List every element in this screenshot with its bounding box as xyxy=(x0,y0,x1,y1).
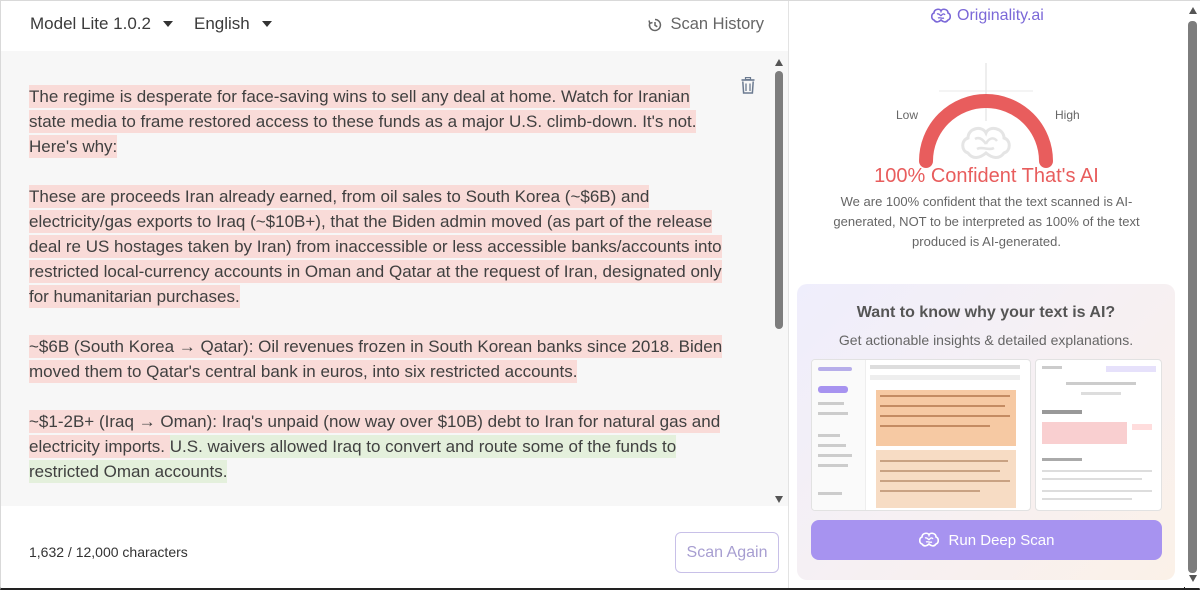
brain-icon xyxy=(918,532,939,547)
scan-history-label: Scan History xyxy=(670,15,764,33)
highlighted-segment-red: These are proceeds Iran already earned, … xyxy=(29,185,722,308)
confidence-explanation: We are 100% confident that the text scan… xyxy=(833,194,1140,249)
promo-subtitle: Get actionable insights & detailed expla… xyxy=(838,332,1134,348)
promo-title: Want to know why your text is AI? xyxy=(856,304,1116,321)
highlighted-segment-red: ~$6B (South Korea → Qatar): Oil revenues… xyxy=(29,335,723,383)
chevron-down-icon xyxy=(261,21,272,27)
brand-name: Originality.ai xyxy=(957,7,1044,24)
scan-again-button[interactable]: Scan Again xyxy=(675,532,779,573)
model-select[interactable]: Model Lite 1.0.2 xyxy=(30,14,173,34)
chevron-down-icon xyxy=(162,21,173,27)
text-paragraph: These are proceeds Iran already earned, … xyxy=(29,184,729,309)
gauge-brain-icon xyxy=(961,126,1011,159)
scanned-text-area[interactable]: The regime is desperate for face-saving … xyxy=(1,51,788,558)
highlighted-segment-red: The regime is desperate for face-saving … xyxy=(29,85,697,158)
scroll-down-icon[interactable] xyxy=(1189,575,1197,582)
language-select-label: English xyxy=(194,14,250,33)
model-select-label: Model Lite 1.0.2 xyxy=(30,14,151,33)
editor-toolbar: Model Lite 1.0.2 English Scan History xyxy=(1,1,788,51)
app-window: Model Lite 1.0.2 English Scan History Th… xyxy=(0,0,1200,590)
trash-icon[interactable] xyxy=(741,76,755,99)
gauge-high-label: High xyxy=(1055,108,1080,122)
editor-footer: 1,632 / 12,000 characters Scan Again xyxy=(1,506,788,588)
scroll-thumb[interactable] xyxy=(775,71,783,329)
language-select[interactable]: English xyxy=(194,14,272,34)
deep-scan-preview-image xyxy=(811,359,1162,511)
history-icon xyxy=(648,18,662,31)
editor-scrollbar[interactable] xyxy=(774,59,785,503)
editor-panel: Model Lite 1.0.2 English Scan History Th… xyxy=(1,1,788,588)
scan-history-button[interactable]: Scan History xyxy=(648,15,764,34)
deep-scan-promo: Want to know why your text is AI? Get ac… xyxy=(797,284,1175,580)
brand-logo: Originality.ai xyxy=(931,7,1044,25)
character-count: 1,632 / 12,000 characters xyxy=(29,544,188,560)
scroll-thumb[interactable] xyxy=(1188,21,1197,573)
scroll-up-icon[interactable] xyxy=(1189,7,1197,14)
confidence-title: 100% Confident That's AI xyxy=(874,165,1099,187)
gauge-low-label: Low xyxy=(896,108,919,122)
text-paragraph: ~$6B (South Korea → Qatar): Oil revenues… xyxy=(29,334,729,384)
scroll-down-icon[interactable] xyxy=(775,496,783,503)
text-paragraph: ~$1-2B+ (Iraq → Oman): Iraq's unpaid (no… xyxy=(29,409,729,484)
preview-editor-card xyxy=(811,359,1031,511)
brain-icon xyxy=(931,8,951,23)
run-deep-scan-button[interactable]: Run Deep Scan xyxy=(811,520,1162,560)
run-deep-scan-label: Run Deep Scan xyxy=(948,531,1055,549)
scroll-up-icon[interactable] xyxy=(775,59,783,66)
result-panel: Originality.ai Low High 100% Confident T… xyxy=(789,1,1184,588)
text-paragraph: The regime is desperate for face-saving … xyxy=(29,84,729,159)
result-scrollbar[interactable] xyxy=(1185,1,1200,588)
preview-results-card xyxy=(1035,359,1162,511)
confidence-gauge xyxy=(919,63,1053,168)
